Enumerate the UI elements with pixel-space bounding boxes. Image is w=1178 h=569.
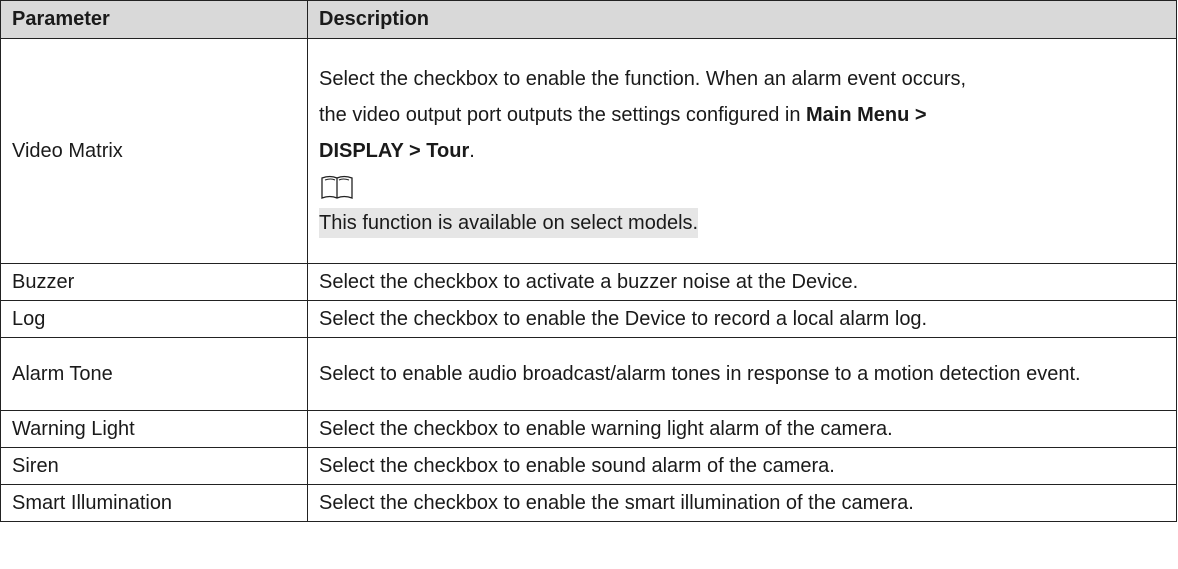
- note-line: This function is available on select mod…: [319, 205, 1168, 241]
- header-description: Description: [307, 0, 1177, 39]
- description-text-segment: .: [469, 140, 475, 162]
- description-cell: Select the checkbox to enable warning li…: [307, 410, 1177, 448]
- param-cell: Log: [0, 300, 308, 338]
- note-text: This function is available on select mod…: [319, 208, 699, 238]
- description-cell: Select the checkbox to enable the functi…: [307, 38, 1177, 264]
- description-cell: Select the checkbox to enable the Device…: [307, 300, 1177, 338]
- param-cell: Buzzer: [0, 263, 308, 301]
- param-cell: Video Matrix: [0, 38, 308, 264]
- table-row-buzzer: Buzzer Select the checkbox to activate a…: [0, 263, 1177, 301]
- table-row-siren: Siren Select the checkbox to enable soun…: [0, 447, 1177, 485]
- param-cell: Siren: [0, 447, 308, 485]
- table-row-video-matrix: Video Matrix Select the checkbox to enab…: [0, 38, 1177, 264]
- parameter-table: Parameter Description Video Matrix Selec…: [0, 0, 1177, 522]
- description-text: Select the checkbox to enable the functi…: [319, 61, 1168, 241]
- description-line: the video output port outputs the settin…: [319, 97, 1168, 133]
- table-row-warning-light: Warning Light Select the checkbox to ena…: [0, 410, 1177, 448]
- param-cell: Smart Illumination: [0, 484, 308, 522]
- description-cell: Select the checkbox to enable sound alar…: [307, 447, 1177, 485]
- table-row-smart-illumination: Smart Illumination Select the checkbox t…: [0, 484, 1177, 522]
- header-parameter: Parameter: [0, 0, 308, 39]
- table-row-alarm-tone: Alarm Tone Select to enable audio broadc…: [0, 337, 1177, 411]
- description-cell: Select the checkbox to enable the smart …: [307, 484, 1177, 522]
- description-line: DISPLAY > Tour.: [319, 133, 1168, 169]
- param-cell: Warning Light: [0, 410, 308, 448]
- description-line: Select the checkbox to enable the functi…: [319, 68, 967, 90]
- description-cell: Select the checkbox to activate a buzzer…: [307, 263, 1177, 301]
- table-row-log: Log Select the checkbox to enable the De…: [0, 300, 1177, 338]
- menu-path-bold: DISPLAY > Tour: [319, 140, 470, 162]
- menu-path-bold: Main Menu >: [806, 104, 927, 126]
- description-text-segment: the video output port outputs the settin…: [319, 104, 806, 126]
- book-icon: [319, 169, 359, 205]
- description-cell: Select to enable audio broadcast/alarm t…: [307, 337, 1177, 411]
- table-header-row: Parameter Description: [0, 0, 1177, 39]
- param-cell: Alarm Tone: [0, 337, 308, 411]
